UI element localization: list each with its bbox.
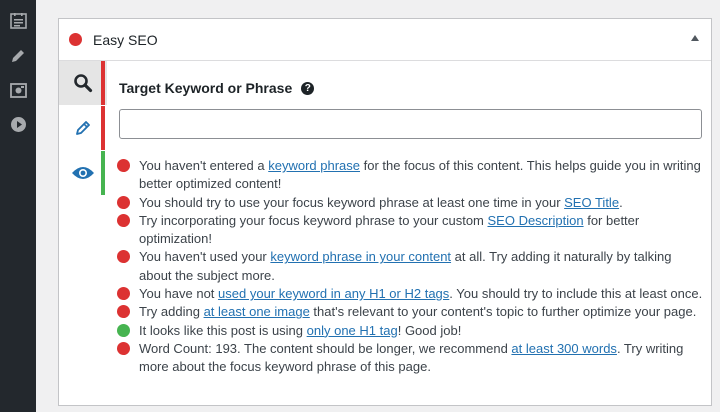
seo-checks-list: You haven't entered a keyword phrase for… [117, 157, 707, 377]
check-fail-dot [117, 213, 130, 227]
check-help-link[interactable]: SEO Description [488, 213, 584, 228]
check-help-link[interactable]: keyword phrase in your content [270, 249, 451, 264]
media-icon[interactable] [8, 80, 28, 100]
check-fail-dot [117, 287, 130, 301]
check-fail-dot [117, 195, 130, 209]
check-text: It looks like this post is using [139, 322, 307, 338]
tab-readability-status-bar [101, 151, 105, 195]
seo-check-item: You have not used your keyword in any H1… [117, 285, 707, 303]
seo-check-item: You haven't used your keyword phrase in … [117, 248, 707, 285]
seo-check-item: You haven't entered a keyword phrase for… [117, 157, 707, 194]
tab-keyword-status-bar [101, 61, 105, 105]
check-fail-dot [117, 250, 130, 264]
check-text: ! Good job! [397, 322, 462, 338]
check-pass-dot [117, 323, 130, 337]
seo-check-item: You should try to use your focus keyword… [117, 194, 707, 212]
check-text: You have not [139, 286, 219, 302]
eye-icon [72, 167, 94, 179]
play-icon[interactable] [8, 114, 28, 134]
check-fail-dot [117, 305, 130, 319]
pencil-icon [76, 121, 90, 135]
panel-header[interactable]: Easy SEO [59, 19, 711, 61]
check-help-link[interactable]: SEO Title [564, 195, 619, 210]
keyword-section: Target Keyword or Phrase ? [119, 79, 704, 139]
check-help-link[interactable]: at least one image [204, 304, 310, 319]
search-icon [74, 74, 93, 93]
check-help-link[interactable]: keyword phrase [268, 158, 360, 173]
target-keyword-input[interactable] [119, 109, 702, 139]
help-icon[interactable]: ? [301, 81, 315, 95]
check-text: You should try to use your focus keyword… [139, 194, 565, 210]
seo-tabs [59, 61, 107, 406]
check-help-link[interactable]: at least 300 words [511, 341, 617, 356]
collapse-toggle-icon[interactable] [691, 35, 699, 41]
admin-sidebar [0, 0, 36, 412]
check-text: You haven't entered a [139, 158, 269, 173]
check-text: Try incorporating your focus keyword phr… [139, 212, 488, 228]
panel-status-dot [69, 33, 82, 46]
pencil-icon[interactable] [8, 46, 28, 66]
check-text: . [619, 194, 623, 210]
tab-keyword[interactable] [59, 61, 107, 105]
check-text: that's relevant to your content's topic … [309, 304, 697, 320]
dashboard-icon[interactable] [8, 10, 28, 30]
seo-check-item: It looks like this post is using only on… [117, 322, 707, 340]
panel-title: Easy SEO [93, 31, 158, 48]
easy-seo-panel: Easy SEO Target Keyword or Phrase ? You … [58, 18, 712, 406]
check-text: Try adding [139, 304, 204, 320]
tab-readability[interactable] [59, 151, 107, 195]
check-text: . You should try to include this at leas… [449, 286, 703, 302]
check-text: You haven't used your [139, 249, 271, 265]
check-fail-dot [117, 159, 130, 172]
target-keyword-label: Target Keyword or Phrase ? [119, 79, 704, 97]
seo-check-item: Word Count: 193. The content should be l… [117, 340, 707, 377]
seo-check-item: Try adding at least one image that's rel… [117, 303, 707, 321]
check-help-link[interactable]: only one H1 tag [307, 323, 398, 338]
tab-content[interactable] [59, 106, 107, 150]
seo-check-item: Try incorporating your focus keyword phr… [117, 212, 707, 249]
tab-content-status-bar [101, 106, 105, 150]
check-text: Word Count: 193. The content should be l… [139, 340, 512, 356]
target-keyword-label-text: Target Keyword or Phrase [119, 80, 293, 96]
check-help-link[interactable]: used your keyword in any H1 or H2 tags [218, 286, 449, 301]
check-fail-dot [117, 341, 130, 355]
